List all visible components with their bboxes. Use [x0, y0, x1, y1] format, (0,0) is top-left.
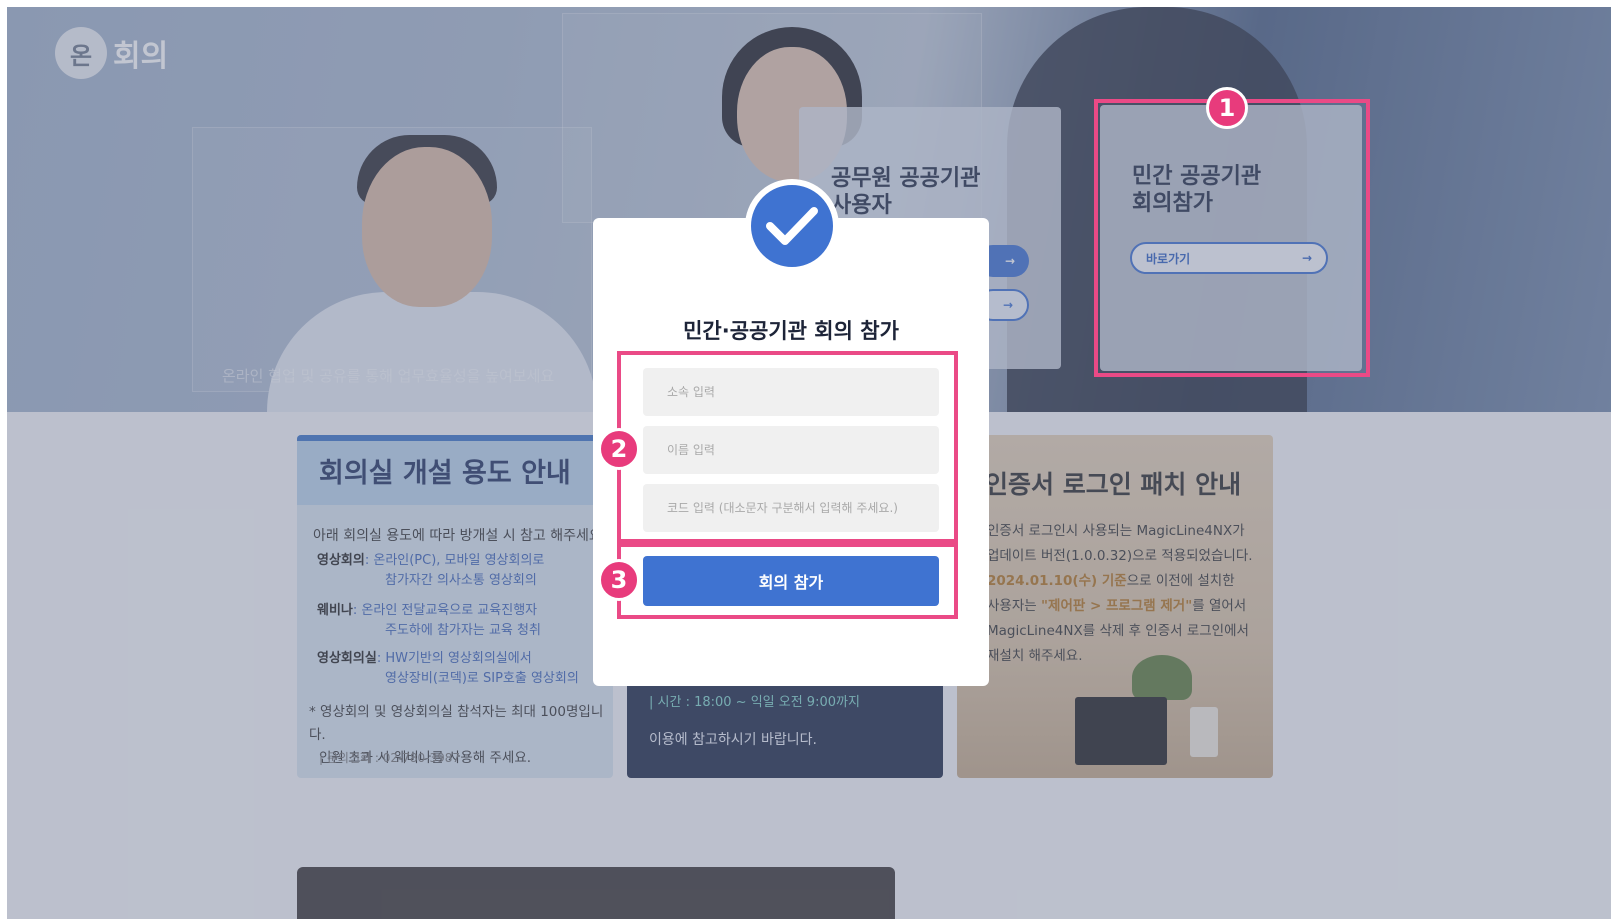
highlight-box-inputs: [617, 351, 958, 543]
step-marker-3: 3: [598, 559, 640, 601]
highlight-box-join-button: [617, 543, 958, 619]
step-marker-2: 2: [598, 428, 640, 470]
step-marker-1: 1: [1206, 87, 1248, 129]
check-icon: [745, 179, 839, 273]
highlight-box-private-card: [1094, 99, 1370, 377]
modal-title: 민간·공공기관 회의 참가: [683, 319, 899, 343]
page: 온 회의 온라인 협업 및 공유를 통해 업무효율성을 높여보세요 공무원 공공…: [7, 7, 1611, 919]
